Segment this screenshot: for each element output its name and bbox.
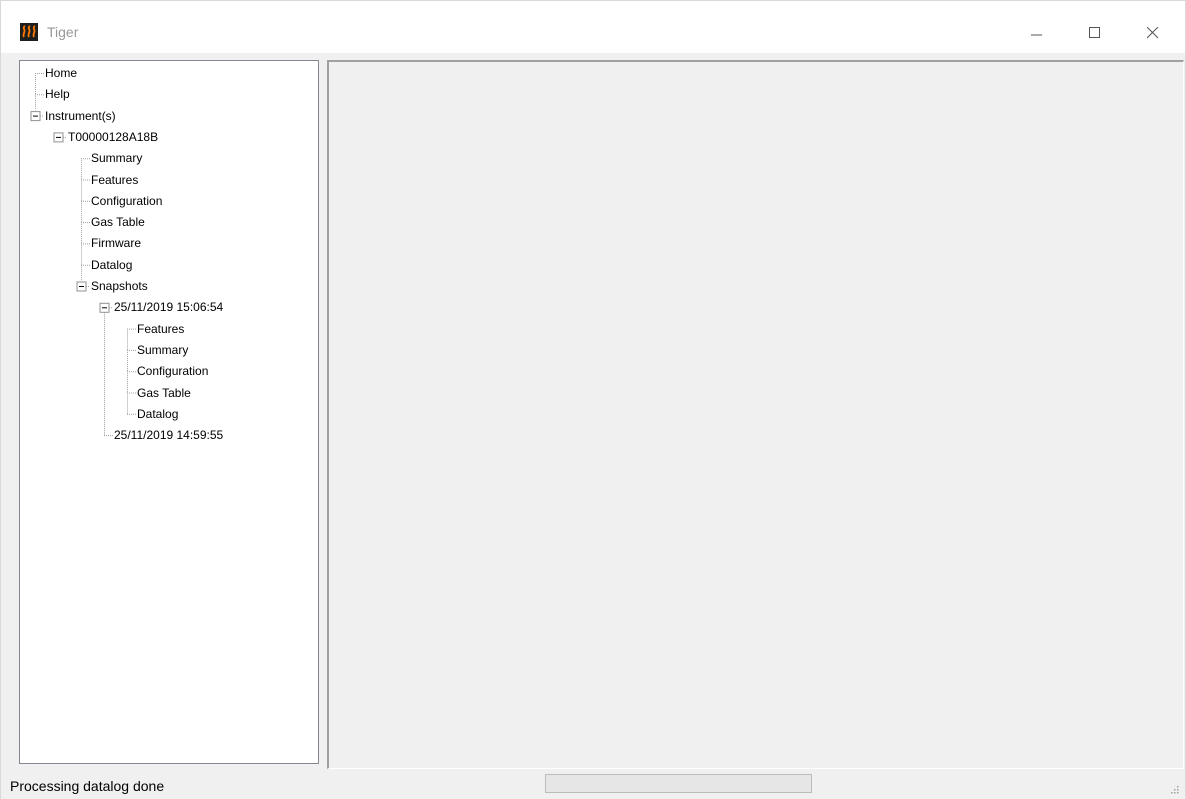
window-title: Tiger <box>47 24 79 40</box>
collapse-icon[interactable] <box>53 132 64 143</box>
maximize-button[interactable] <box>1072 13 1118 53</box>
maximize-icon <box>1089 27 1100 38</box>
tree-item-label[interactable]: Configuration <box>91 194 162 208</box>
tree-item-label[interactable]: T00000128A18B <box>68 130 158 144</box>
tree-item-label[interactable]: Gas Table <box>91 215 145 229</box>
tree-item-label[interactable]: Snapshots <box>91 279 148 293</box>
minimize-button[interactable] <box>1014 13 1060 53</box>
tree-item-label[interactable]: Summary <box>91 151 142 165</box>
tree-item-label[interactable]: 25/11/2019 14:59:55 <box>114 428 223 442</box>
progress-bar <box>545 774 812 793</box>
close-button[interactable] <box>1130 13 1176 53</box>
resize-grip-icon[interactable] <box>1169 784 1179 794</box>
collapse-icon[interactable] <box>30 111 41 122</box>
tree-item-label[interactable]: Summary <box>137 343 188 357</box>
tree-item-label[interactable]: 25/11/2019 15:06:54 <box>114 300 223 314</box>
collapse-icon[interactable] <box>76 281 87 292</box>
app-logo-icon <box>20 23 38 41</box>
tree-item-label[interactable]: Firmware <box>91 236 141 250</box>
tree-item-label[interactable]: Gas Table <box>137 386 191 400</box>
tree-item-label[interactable]: Configuration <box>137 364 208 378</box>
tree-item-label[interactable]: Help <box>45 87 70 101</box>
collapse-icon[interactable] <box>99 302 110 313</box>
minimize-icon <box>1031 34 1042 36</box>
tree-item-label[interactable]: Datalog <box>137 407 178 421</box>
status-bar: Processing datalog done <box>1 770 1185 799</box>
close-icon <box>1147 27 1159 39</box>
tree-item-label[interactable]: Features <box>137 322 184 336</box>
tree-item-label[interactable]: Instrument(s) <box>45 109 116 123</box>
tree-item-label[interactable]: Features <box>91 173 138 187</box>
status-text: Processing datalog done <box>10 778 165 794</box>
navigation-tree[interactable]: Home Help Instrument(s) T00000128A18B Summar… <box>19 60 319 764</box>
tree-item-label[interactable]: Datalog <box>91 258 132 272</box>
content-panel <box>327 60 1184 769</box>
title-bar[interactable]: Tiger <box>1 1 1185 53</box>
main-window: Tiger Home Help Instrument(s) T00000128A18B… <box>0 0 1186 799</box>
tree-item-label[interactable]: Home <box>45 66 77 80</box>
